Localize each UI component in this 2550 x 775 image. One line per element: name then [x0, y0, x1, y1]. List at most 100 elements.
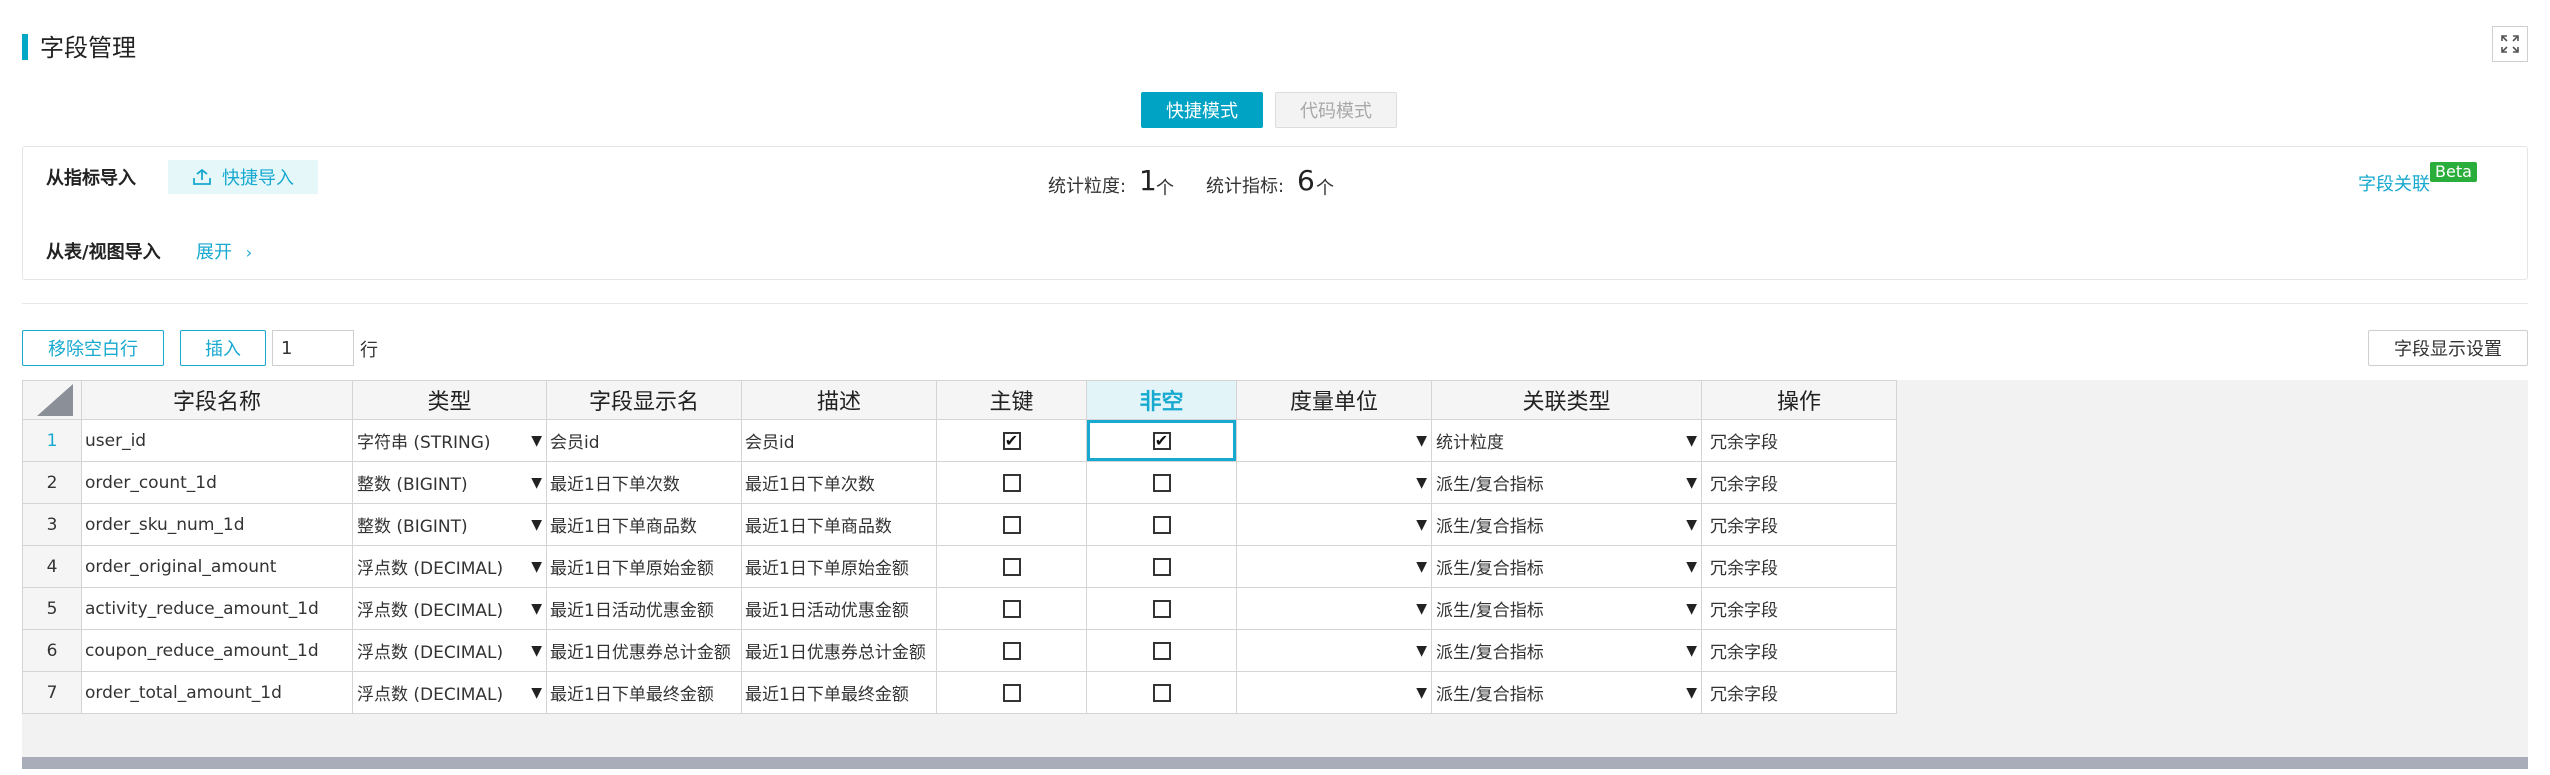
field-name-cell[interactable]: coupon_reduce_amount_1d: [81, 629, 353, 672]
column-header[interactable]: 关联类型: [1431, 380, 1702, 420]
insert-button[interactable]: 插入: [180, 330, 266, 366]
type-select[interactable]: 浮点数 (DECIMAL) ▼: [352, 545, 547, 588]
type-select[interactable]: 整数 (BIGINT) ▼: [352, 503, 547, 546]
display-name-cell[interactable]: 最近1日优惠券总计金额: [546, 629, 742, 672]
relation-type-select[interactable]: 派生/复合指标 ▼: [1431, 629, 1702, 672]
description-cell[interactable]: 最近1日下单次数: [741, 461, 937, 504]
description-cell[interactable]: 最近1日活动优惠金额: [741, 587, 937, 630]
column-header[interactable]: 主键: [936, 380, 1087, 420]
insert-row-count-input[interactable]: 1: [272, 330, 354, 366]
type-select[interactable]: 整数 (BIGINT) ▼: [352, 461, 547, 504]
checkbox-unchecked[interactable]: [1002, 599, 1021, 618]
row-number[interactable]: 2: [22, 461, 82, 504]
checkbox-unchecked[interactable]: [1152, 473, 1171, 492]
row-number[interactable]: 4: [22, 545, 82, 588]
redundant-field-link[interactable]: 冗余字段: [1701, 545, 1897, 588]
remove-empty-rows-button[interactable]: 移除空白行: [22, 330, 164, 366]
relation-type-select[interactable]: 派生/复合指标 ▼: [1431, 671, 1702, 714]
redundant-field-link[interactable]: 冗余字段: [1701, 503, 1897, 546]
row-number[interactable]: 1: [22, 419, 82, 462]
field-name-cell[interactable]: order_count_1d: [81, 461, 353, 504]
description-cell[interactable]: 最近1日下单原始金额: [741, 545, 937, 588]
column-header[interactable]: 类型: [352, 380, 547, 420]
display-name-cell[interactable]: 最近1日下单最终金额: [546, 671, 742, 714]
unit-select[interactable]: ▼: [1236, 461, 1432, 504]
select-all-corner[interactable]: [22, 380, 82, 420]
description-cell[interactable]: 最近1日优惠券总计金额: [741, 629, 937, 672]
not-null-cell[interactable]: [1086, 545, 1237, 588]
unit-select[interactable]: ▼: [1236, 503, 1432, 546]
not-null-cell[interactable]: [1086, 587, 1237, 630]
checkbox-unchecked[interactable]: [1002, 557, 1021, 576]
field-name-cell[interactable]: order_sku_num_1d: [81, 503, 353, 546]
type-select[interactable]: 浮点数 (DECIMAL) ▼: [352, 629, 547, 672]
not-null-cell[interactable]: [1086, 503, 1237, 546]
primary-key-cell[interactable]: [936, 587, 1087, 630]
field-name-cell[interactable]: user_id: [81, 419, 353, 462]
checkbox-unchecked[interactable]: [1152, 557, 1171, 576]
not-null-cell[interactable]: [1086, 629, 1237, 672]
checkbox-checked[interactable]: ✔: [1152, 431, 1171, 450]
relation-type-select[interactable]: 派生/复合指标 ▼: [1431, 587, 1702, 630]
field-display-settings-button[interactable]: 字段显示设置: [2368, 330, 2528, 366]
display-name-cell[interactable]: 会员id: [546, 419, 742, 462]
checkbox-unchecked[interactable]: [1152, 599, 1171, 618]
column-header[interactable]: 描述: [741, 380, 937, 420]
checkbox-unchecked[interactable]: [1002, 473, 1021, 492]
description-cell[interactable]: 最近1日下单最终金额: [741, 671, 937, 714]
relation-type-select[interactable]: 派生/复合指标 ▼: [1431, 461, 1702, 504]
redundant-field-link[interactable]: 冗余字段: [1701, 419, 1897, 462]
checkbox-unchecked[interactable]: [1002, 515, 1021, 534]
primary-key-cell[interactable]: ✔: [936, 419, 1087, 462]
checkbox-checked[interactable]: ✔: [1002, 431, 1021, 450]
row-number[interactable]: 3: [22, 503, 82, 546]
column-header[interactable]: 字段显示名: [546, 380, 742, 420]
primary-key-cell[interactable]: [936, 461, 1087, 504]
not-null-cell[interactable]: ✔: [1086, 419, 1237, 462]
unit-select[interactable]: ▼: [1236, 629, 1432, 672]
fullscreen-button[interactable]: [2492, 26, 2528, 62]
field-name-cell[interactable]: activity_reduce_amount_1d: [81, 587, 353, 630]
checkbox-unchecked[interactable]: [1002, 683, 1021, 702]
quick-import-button[interactable]: 快捷导入: [168, 160, 318, 194]
not-null-cell[interactable]: [1086, 671, 1237, 714]
relation-type-select[interactable]: 派生/复合指标 ▼: [1431, 503, 1702, 546]
unit-select[interactable]: ▼: [1236, 671, 1432, 714]
description-cell[interactable]: 会员id: [741, 419, 937, 462]
expand-link[interactable]: 展开 ›: [196, 238, 252, 264]
unit-select[interactable]: ▼: [1236, 545, 1432, 588]
unit-select[interactable]: ▼: [1236, 419, 1432, 462]
display-name-cell[interactable]: 最近1日下单原始金额: [546, 545, 742, 588]
not-null-cell[interactable]: [1086, 461, 1237, 504]
field-name-cell[interactable]: order_original_amount: [81, 545, 353, 588]
field-link[interactable]: 字段关联: [2358, 170, 2430, 196]
primary-key-cell[interactable]: [936, 503, 1087, 546]
column-header[interactable]: 操作: [1701, 380, 1897, 420]
type-select[interactable]: 浮点数 (DECIMAL) ▼: [352, 587, 547, 630]
primary-key-cell[interactable]: [936, 671, 1087, 714]
row-number[interactable]: 6: [22, 629, 82, 672]
description-cell[interactable]: 最近1日下单商品数: [741, 503, 937, 546]
display-name-cell[interactable]: 最近1日下单次数: [546, 461, 742, 504]
relation-type-select[interactable]: 派生/复合指标 ▼: [1431, 545, 1702, 588]
checkbox-unchecked[interactable]: [1152, 515, 1171, 534]
checkbox-unchecked[interactable]: [1152, 683, 1171, 702]
quick-mode-button[interactable]: 快捷模式: [1141, 92, 1263, 128]
relation-type-select[interactable]: 统计粒度 ▼: [1431, 419, 1702, 462]
unit-select[interactable]: ▼: [1236, 587, 1432, 630]
code-mode-button[interactable]: 代码模式: [1275, 92, 1397, 128]
checkbox-unchecked[interactable]: [1002, 641, 1021, 660]
display-name-cell[interactable]: 最近1日活动优惠金额: [546, 587, 742, 630]
primary-key-cell[interactable]: [936, 629, 1087, 672]
redundant-field-link[interactable]: 冗余字段: [1701, 461, 1897, 504]
checkbox-unchecked[interactable]: [1152, 641, 1171, 660]
horizontal-scrollbar[interactable]: [22, 757, 2528, 769]
row-number[interactable]: 7: [22, 671, 82, 714]
redundant-field-link[interactable]: 冗余字段: [1701, 629, 1897, 672]
row-number[interactable]: 5: [22, 587, 82, 630]
type-select[interactable]: 字符串 (STRING) ▼: [352, 419, 547, 462]
field-name-cell[interactable]: order_total_amount_1d: [81, 671, 353, 714]
column-header[interactable]: 字段名称: [81, 380, 353, 420]
redundant-field-link[interactable]: 冗余字段: [1701, 671, 1897, 714]
column-header-active[interactable]: 非空: [1086, 380, 1237, 420]
